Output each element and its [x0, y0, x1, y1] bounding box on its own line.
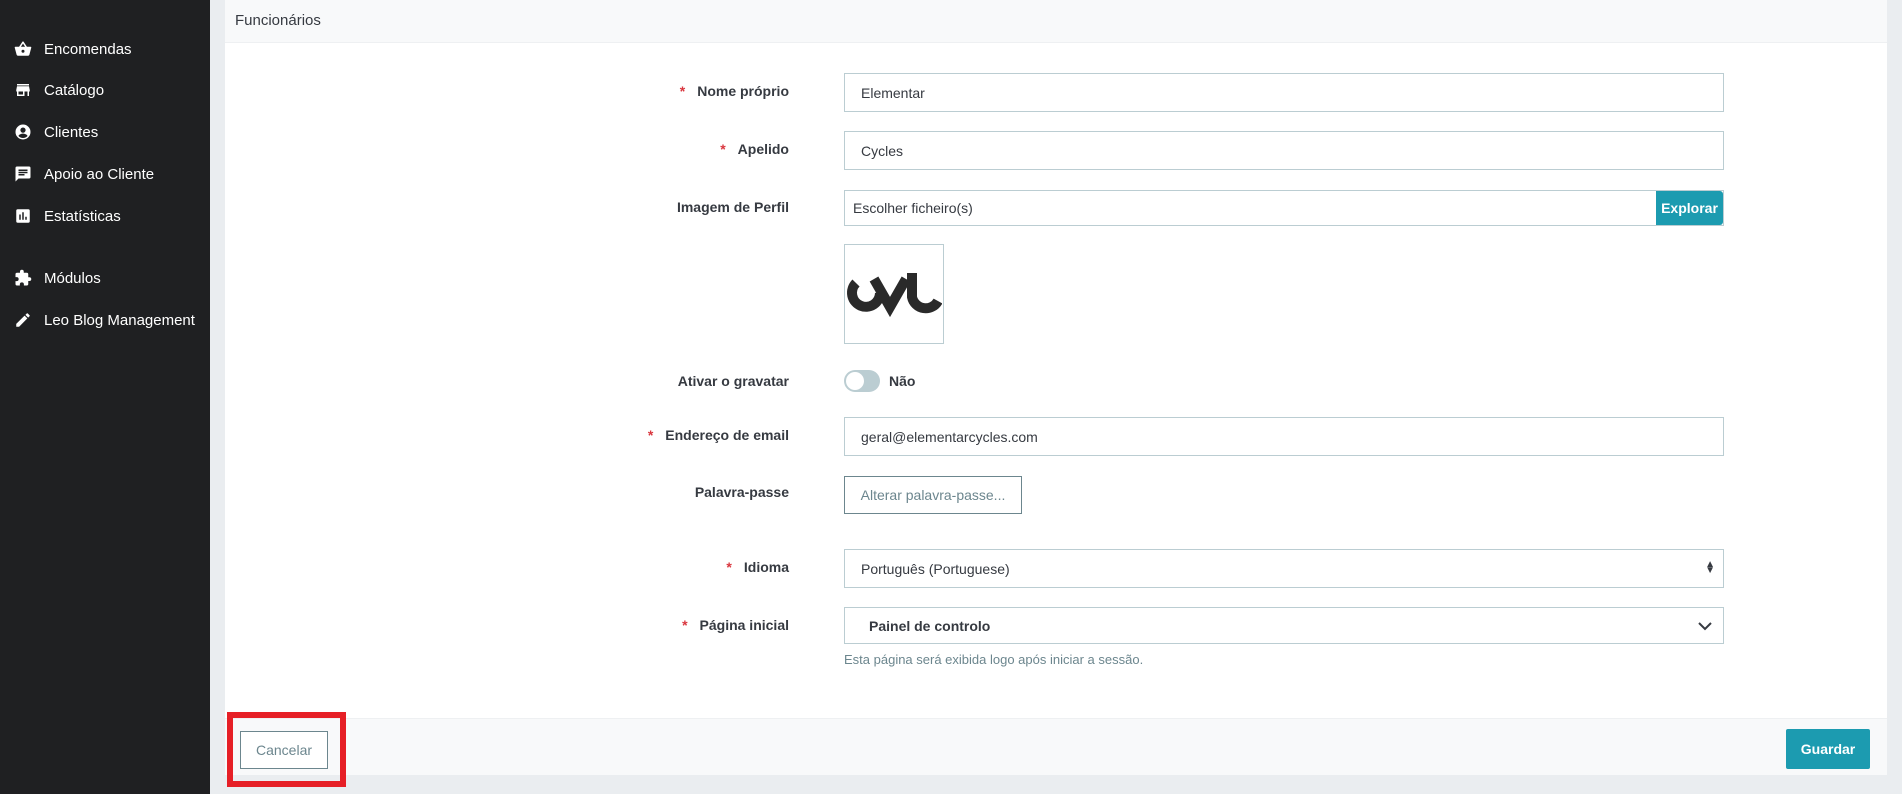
store-icon	[14, 81, 32, 99]
homepage-select[interactable]: Painel de controlo	[844, 607, 1724, 644]
save-button[interactable]: Guardar	[1786, 729, 1870, 769]
homepage-help-text: Esta página será exibida logo após inici…	[844, 652, 1144, 667]
profile-image-preview	[844, 244, 944, 344]
sidebar-item-label: Módulos	[44, 269, 101, 287]
required-marker: *	[647, 427, 654, 443]
first-name-input[interactable]: Elementar	[844, 73, 1724, 112]
chat-icon	[14, 165, 32, 183]
required-marker: *	[679, 83, 686, 99]
homepage-label: * Página inicial	[682, 617, 789, 633]
browse-button[interactable]: Explorar	[1656, 191, 1723, 225]
gravatar-toggle[interactable]	[844, 370, 880, 392]
required-marker: *	[726, 559, 732, 575]
sidebar-item-orders[interactable]: Encomendas	[14, 37, 132, 61]
sidebar-item-label: Encomendas	[44, 40, 132, 58]
sidebar-item-support[interactable]: Apoio ao Cliente	[14, 162, 154, 186]
pencil-icon	[14, 311, 32, 329]
basket-icon	[14, 40, 32, 58]
chevron-down-icon	[1698, 622, 1712, 631]
employee-form-card: Funcionários * Nome próprio Elementar * Ap…	[225, 0, 1887, 775]
sidebar-item-label: Catálogo	[44, 81, 105, 99]
elementar-cycles-logo	[847, 273, 942, 318]
language-select[interactable]: Português (Portuguese) ▲ ▼	[844, 549, 1724, 588]
required-marker: *	[720, 141, 726, 157]
bar-chart-icon	[14, 207, 32, 225]
sidebar-item-label: Clientes	[44, 123, 99, 141]
gravatar-label: Ativar o gravatar	[677, 373, 789, 389]
sidebar-item-label: Estatísticas	[44, 207, 121, 225]
sidebar-item-statistics[interactable]: Estatísticas	[14, 204, 121, 228]
first-name-label: * Nome próprio	[679, 83, 789, 99]
sidebar-item-leo-blog[interactable]: Leo Blog Management	[14, 308, 195, 332]
sidebar-item-label: Leo Blog Management	[44, 311, 195, 329]
change-password-button[interactable]: Alterar palavra-passe...	[844, 476, 1022, 514]
password-label: Palavra-passe	[694, 484, 789, 500]
sidebar-item-catalog[interactable]: Catálogo	[14, 78, 104, 102]
last-name-label: * Apelido	[720, 141, 789, 157]
required-marker: *	[682, 617, 688, 633]
select-updown-icon: ▲ ▼	[1705, 559, 1715, 576]
file-input-text[interactable]: Escolher ficheiro(s)	[845, 191, 1656, 225]
last-name-input[interactable]: Cycles	[844, 131, 1724, 170]
account-circle-icon	[14, 123, 32, 141]
toggle-knob	[846, 372, 864, 390]
card-title: Funcionários	[235, 12, 321, 29]
card-footer: Cancelar Guardar	[225, 718, 1887, 775]
language-select-value: Português (Portuguese)	[861, 560, 1010, 577]
email-input[interactable]: geral@elementarcycles.com	[844, 417, 1724, 456]
profile-image-file-input[interactable]: Escolher ficheiro(s) Explorar	[844, 190, 1724, 226]
profile-image-label: Imagem de Perfil	[676, 199, 789, 215]
sidebar: Encomendas Catálogo Clientes Apoio ao Cl…	[0, 0, 210, 794]
sidebar-item-label: Apoio ao Cliente	[44, 165, 155, 183]
cancel-highlight-box	[227, 712, 346, 787]
email-label: * Endereço de email	[647, 427, 789, 443]
gravatar-state-label: Não	[889, 373, 916, 389]
homepage-select-value: Painel de controlo	[869, 617, 991, 634]
card-header: Funcionários	[225, 0, 1887, 43]
sidebar-item-customers[interactable]: Clientes	[14, 120, 98, 144]
language-label: * Idioma	[726, 559, 789, 575]
puzzle-icon	[14, 269, 32, 287]
sidebar-item-modules[interactable]: Módulos	[14, 266, 101, 290]
